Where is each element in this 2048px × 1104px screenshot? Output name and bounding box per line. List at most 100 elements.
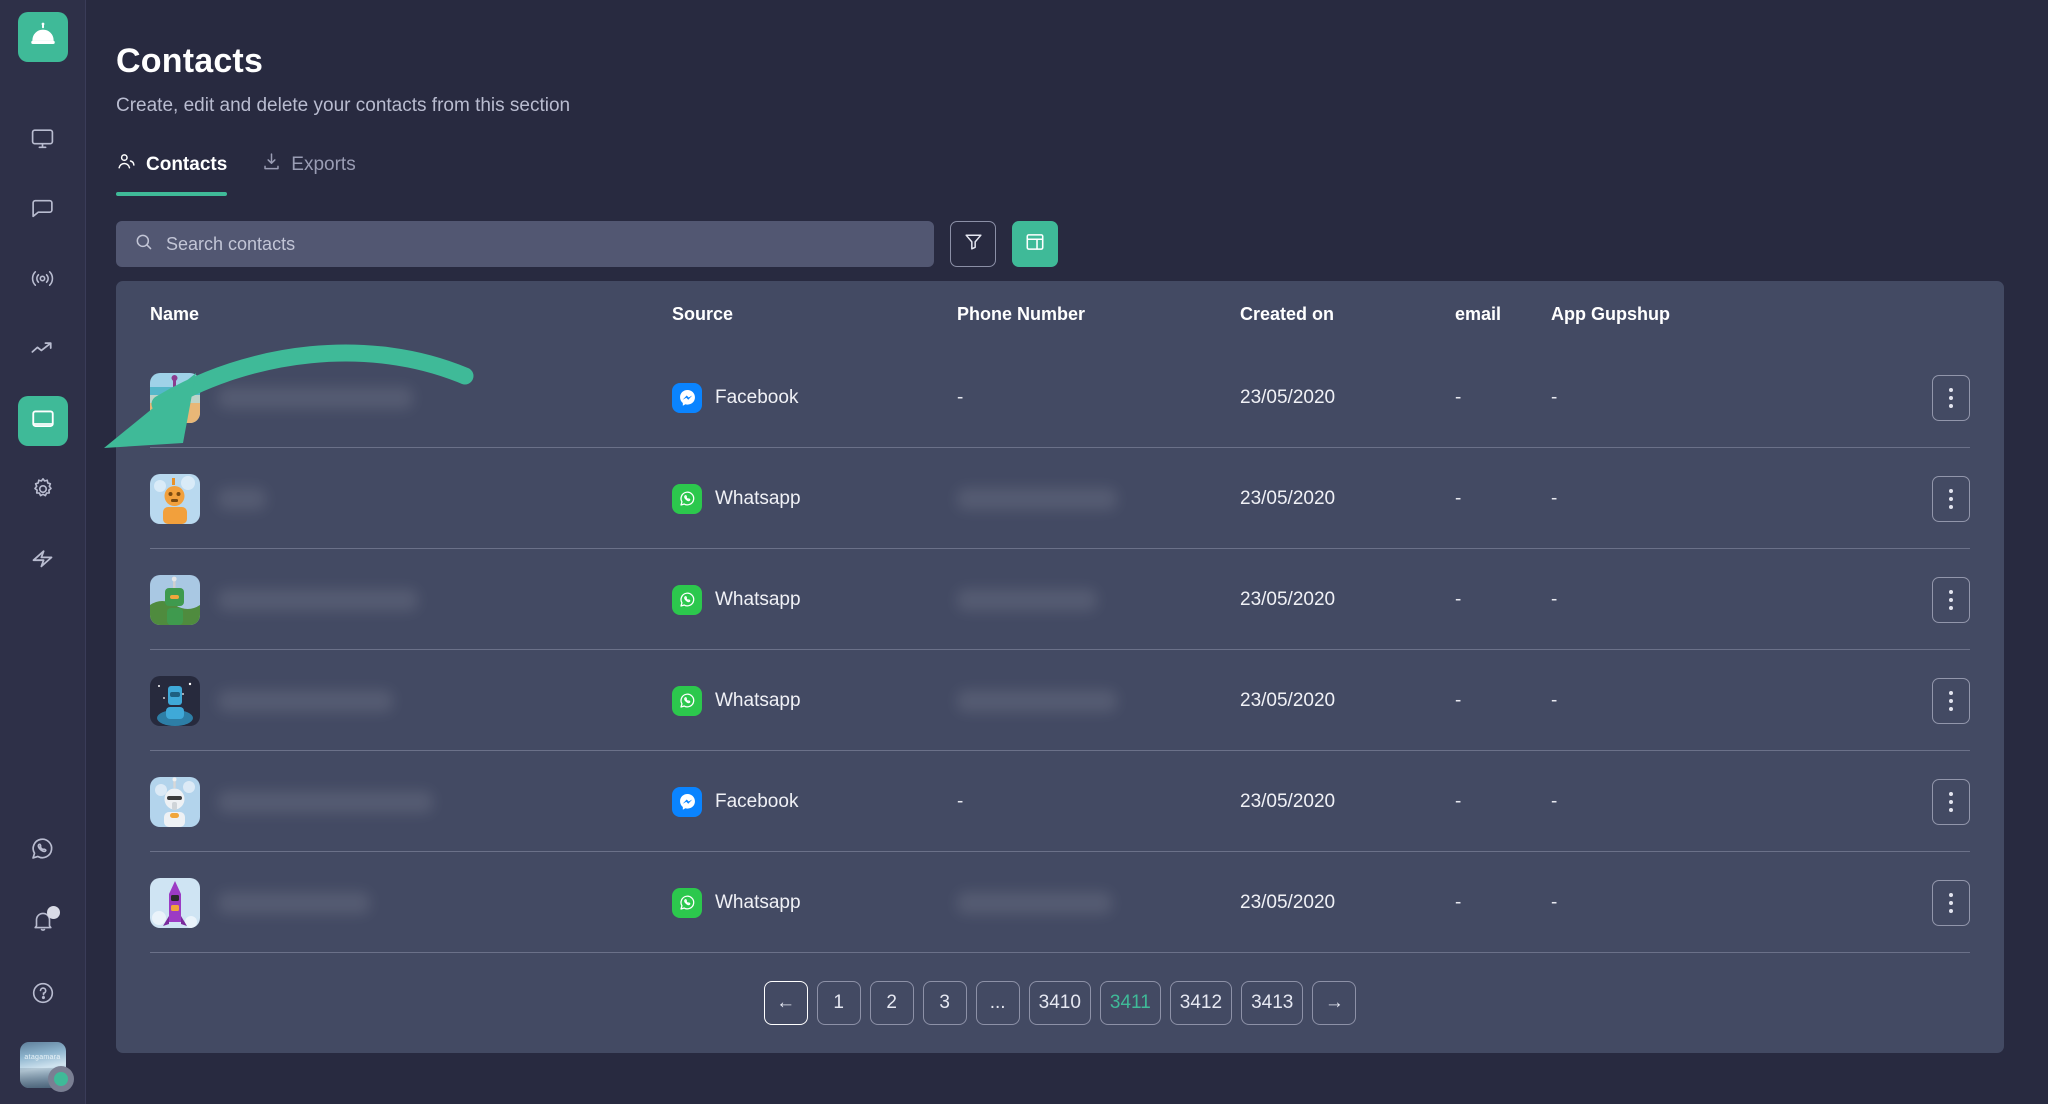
- cell-name: [150, 877, 672, 928]
- cell-app-gupshup: -: [1551, 386, 1558, 408]
- online-status-dot: [47, 1066, 74, 1092]
- row-actions-button[interactable]: [1932, 374, 1970, 421]
- lightning-icon: [29, 545, 56, 577]
- table-row[interactable]: Facebook - 23/05/2020 - -: [116, 751, 2004, 852]
- column-header-app-gupshup: App Gupshup: [1551, 303, 1670, 324]
- source-label: Whatsapp: [715, 689, 801, 711]
- cell-email: -: [1455, 689, 1462, 711]
- table-grid-icon: [1024, 231, 1046, 258]
- pagination-page-3413[interactable]: 3413: [1241, 981, 1304, 1025]
- cell-created-on: 23/05/2020: [1240, 689, 1336, 711]
- cell-phone: [957, 891, 1240, 914]
- row-actions-button[interactable]: [1932, 677, 1970, 724]
- columns-button[interactable]: [1012, 221, 1058, 267]
- pagination-prev[interactable]: ←: [763, 981, 808, 1025]
- pagination-page-3412[interactable]: 3412: [1169, 981, 1233, 1025]
- redacted-phone: [957, 588, 1097, 611]
- column-header-phone: Phone Number: [957, 303, 1086, 324]
- sidebar-item-settings[interactable]: [18, 466, 68, 516]
- gear-icon: [30, 476, 56, 507]
- redacted-name: [218, 891, 370, 914]
- sidebar-item-analytics[interactable]: [18, 326, 68, 376]
- column-header-created-on: Created on: [1240, 303, 1335, 324]
- notification-badge: [46, 906, 60, 919]
- source-label: Whatsapp: [715, 891, 801, 913]
- trend-up-icon: [29, 335, 56, 367]
- cell-source: Whatsapp: [672, 887, 957, 918]
- cell-source: Whatsapp: [672, 483, 957, 514]
- redacted-phone: [957, 487, 1117, 510]
- row-actions-button[interactable]: [1932, 475, 1970, 522]
- table-row[interactable]: Facebook - 23/05/2020 - -: [116, 347, 2004, 448]
- cell-app-gupshup: -: [1551, 487, 1558, 509]
- redacted-name: [218, 790, 433, 813]
- source-label: Whatsapp: [715, 487, 801, 509]
- table-row[interactable]: Whatsapp 23/05/2020 - -: [116, 549, 2004, 650]
- cell-name: [150, 473, 672, 524]
- cell-phone: [957, 487, 1240, 510]
- cell-name: [150, 574, 672, 625]
- sidebar-item-monitor[interactable]: [18, 116, 68, 166]
- pagination-ellipsis[interactable]: ...: [975, 981, 1020, 1025]
- sidebar-item-help[interactable]: [18, 970, 68, 1020]
- row-actions-button[interactable]: [1932, 778, 1970, 825]
- sidebar-user[interactable]: atagamara: [19, 1042, 74, 1092]
- cell-name: [150, 372, 672, 423]
- filter-button[interactable]: [950, 221, 996, 267]
- cell-app-gupshup: -: [1551, 790, 1558, 812]
- monitor-icon: [30, 126, 55, 156]
- contacts-table: Name Source Phone Number Created on emai…: [116, 281, 2004, 1053]
- chat-bubble-icon: [30, 196, 55, 226]
- funnel-icon: [963, 231, 984, 257]
- table-row[interactable]: Whatsapp 23/05/2020 - -: [116, 852, 2004, 953]
- toolbar: [116, 221, 2004, 267]
- contact-avatar: [150, 877, 200, 928]
- cell-created-on: 23/05/2020: [1240, 487, 1336, 509]
- cell-phone: [957, 588, 1240, 611]
- search-box[interactable]: [116, 221, 934, 267]
- kebab-menu-icon: [1949, 387, 1953, 392]
- table-row[interactable]: Whatsapp 23/05/2020 - -: [116, 650, 2004, 751]
- whatsapp-icon: [672, 584, 702, 615]
- contact-avatar: [150, 675, 200, 726]
- contact-avatar: [150, 776, 200, 827]
- column-header-email: email: [1455, 303, 1502, 324]
- cell-name: [150, 776, 672, 827]
- sidebar-item-contacts[interactable]: [17, 396, 68, 446]
- whatsapp-icon: [672, 685, 702, 716]
- whatsapp-icon: [672, 887, 702, 918]
- cell-name: [150, 675, 672, 726]
- main-content: Contacts Create, edit and delete your co…: [86, 0, 2048, 1104]
- pagination-page-3410[interactable]: 3410: [1028, 981, 1091, 1025]
- app-logo[interactable]: [17, 12, 68, 62]
- sidebar-item-automation[interactable]: [18, 536, 68, 586]
- tab-contacts[interactable]: Contacts: [116, 151, 228, 196]
- cell-email: -: [1455, 386, 1462, 408]
- cell-created-on: 23/05/2020: [1240, 386, 1336, 408]
- redacted-name: [218, 689, 393, 712]
- pagination-page-2[interactable]: 2: [869, 981, 914, 1025]
- cell-app-gupshup: -: [1551, 891, 1558, 913]
- contacts-board-icon: [30, 406, 56, 437]
- tab-exports[interactable]: Exports: [261, 151, 356, 194]
- redacted-name: [218, 588, 418, 611]
- sidebar-item-broadcast[interactable]: [18, 256, 68, 306]
- redacted-name: [218, 487, 266, 510]
- pagination-page-3[interactable]: 3: [922, 981, 967, 1025]
- sidebar-item-whatsapp[interactable]: [18, 826, 68, 876]
- search-input[interactable]: [166, 233, 916, 255]
- app-root: atagamara Contacts Create, edit and dele…: [0, 0, 2048, 1104]
- pagination-page-3411-current[interactable]: 3411: [1099, 981, 1161, 1025]
- row-actions-button[interactable]: [1932, 879, 1970, 926]
- cell-source: Facebook: [672, 786, 957, 817]
- redacted-phone: [957, 891, 1112, 914]
- sidebar-item-chat[interactable]: [18, 186, 68, 236]
- pagination-page-1[interactable]: 1: [816, 981, 861, 1025]
- table-row[interactable]: Whatsapp 23/05/2020 - -: [116, 448, 2004, 549]
- people-icon: [116, 151, 137, 178]
- sidebar-item-notifications[interactable]: [18, 898, 68, 948]
- source-label: Facebook: [715, 386, 799, 408]
- pagination-next[interactable]: →: [1312, 981, 1357, 1025]
- row-actions-button[interactable]: [1932, 576, 1970, 623]
- tab-exports-label: Exports: [291, 153, 356, 175]
